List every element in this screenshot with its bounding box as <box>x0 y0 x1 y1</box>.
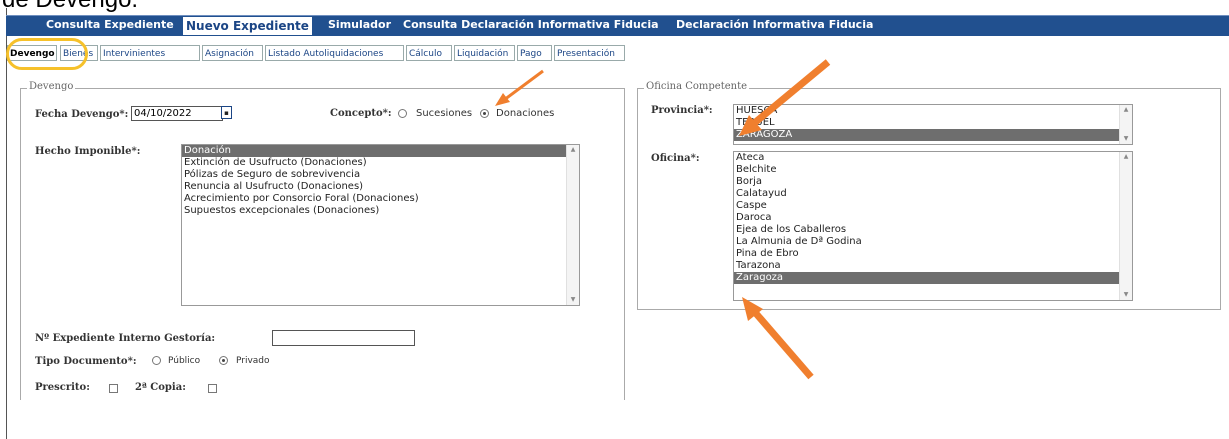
oficina-option[interactable]: La Almunia de Dª Godina <box>734 236 1132 248</box>
oficina-option[interactable]: Pina de Ebro <box>734 248 1132 260</box>
oficina-option[interactable]: Belchite <box>734 164 1132 176</box>
hecho-option[interactable]: Donación <box>182 145 567 157</box>
menu-declaracion-fiducia[interactable]: Declaración Informativa Fiducia <box>676 18 873 31</box>
segunda-copia-checkbox[interactable] <box>208 384 217 393</box>
hecho-scrollbar[interactable]: ▲ ▼ <box>566 145 579 305</box>
oficina-scrollbar[interactable]: ▲ ▼ <box>1119 152 1132 300</box>
menu-consulta-declaracion-fiducia[interactable]: Consulta Declaración Informativa Fiducia <box>403 18 659 31</box>
oficina-legend: Oficina Competente <box>644 81 750 92</box>
provincia-option[interactable]: ZARAGOZA <box>734 129 1120 141</box>
provincia-label: Provincia*: <box>651 105 713 116</box>
tipo-documento-label: Tipo Documento*: <box>35 356 137 367</box>
expediente-interno-label: Nº Expediente Interno Gestoría: <box>35 333 216 344</box>
tab-devengo[interactable]: Devengo <box>7 45 57 61</box>
menu-consulta-expediente[interactable]: Consulta Expediente <box>46 18 174 31</box>
fecha-devengo-input[interactable] <box>131 106 223 121</box>
expediente-interno-input[interactable] <box>272 330 415 346</box>
fecha-devengo-label: Fecha Devengo*: <box>35 109 129 120</box>
tipo-publico-label: Público <box>168 356 201 366</box>
oficina-option[interactable]: Ateca <box>734 152 1132 164</box>
tab-pago[interactable]: Pago <box>517 45 552 61</box>
concepto-label: Concepto*: <box>330 108 392 119</box>
devengo-legend: Devengo <box>27 81 76 92</box>
main-menu: Consulta Expediente Nuevo Expediente Sim… <box>6 15 1229 36</box>
tab-presentacion[interactable]: Presentación <box>554 45 625 61</box>
hecho-option[interactable]: Pólizas de Seguro de sobrevivencia <box>182 169 579 181</box>
oficina-option[interactable]: Caspe <box>734 200 1132 212</box>
concepto-donaciones-radio[interactable] <box>480 109 489 118</box>
segunda-copia-label: 2ª Copia: <box>135 382 186 393</box>
oficina-option[interactable]: Borja <box>734 176 1132 188</box>
menu-nuevo-expediente[interactable]: Nuevo Expediente <box>183 17 312 35</box>
hecho-option[interactable]: Renuncia al Usufructo (Donaciones) <box>182 181 579 193</box>
hecho-option[interactable]: Supuestos excepcionales (Donaciones) <box>182 205 579 217</box>
oficina-option[interactable]: Ejea de los Caballeros <box>734 224 1132 236</box>
hecho-imponible-label: Hecho Imponible*: <box>35 146 141 157</box>
oficina-list[interactable]: Ateca Belchite Borja Calatayud Caspe Dar… <box>733 151 1133 301</box>
tipo-publico-radio[interactable] <box>152 356 161 365</box>
calendar-icon[interactable]: ▪ <box>221 106 232 119</box>
provincia-option[interactable]: HUESCA <box>734 105 1132 117</box>
oficina-option[interactable]: Calatayud <box>734 188 1132 200</box>
oficina-option[interactable]: Zaragoza <box>734 272 1120 284</box>
concepto-sucesiones-label: Sucesiones <box>416 108 473 119</box>
provincia-list[interactable]: HUESCA TERUEL ZARAGOZA ▲ ▼ <box>733 104 1133 145</box>
oficina-label: Oficina*: <box>651 153 700 164</box>
tab-listado-autoliquidaciones[interactable]: Listado Autoliquidaciones <box>265 45 404 61</box>
hecho-option[interactable]: Acrecimiento por Consorcio Foral (Donaci… <box>182 193 579 205</box>
prescrito-checkbox[interactable] <box>109 384 118 393</box>
tab-bienes[interactable]: Bienes <box>60 45 98 61</box>
provincia-scrollbar[interactable]: ▲ ▼ <box>1119 105 1132 144</box>
prescrito-label: Prescrito: <box>35 382 90 393</box>
tipo-privado-label: Privado <box>236 356 270 366</box>
oficina-option[interactable]: Daroca <box>734 212 1132 224</box>
menu-simulador[interactable]: Simulador <box>328 18 391 31</box>
hecho-option[interactable]: Extinción de Usufructo (Donaciones) <box>182 157 579 169</box>
tab-liquidacion[interactable]: Liquidación <box>454 45 515 61</box>
tipo-privado-radio[interactable] <box>219 356 228 365</box>
tab-calculo[interactable]: Cálculo <box>406 45 452 61</box>
oficina-option[interactable]: Tarazona <box>734 260 1132 272</box>
tab-asignacion[interactable]: Asignación <box>202 45 263 61</box>
provincia-option[interactable]: TERUEL <box>734 117 1132 129</box>
tab-intervinientes[interactable]: Intervinientes <box>100 45 200 61</box>
concepto-donaciones-label: Donaciones <box>496 108 555 119</box>
hecho-imponible-list[interactable]: Donación Extinción de Usufructo (Donacio… <box>181 144 580 306</box>
concepto-sucesiones-radio[interactable] <box>398 109 407 118</box>
